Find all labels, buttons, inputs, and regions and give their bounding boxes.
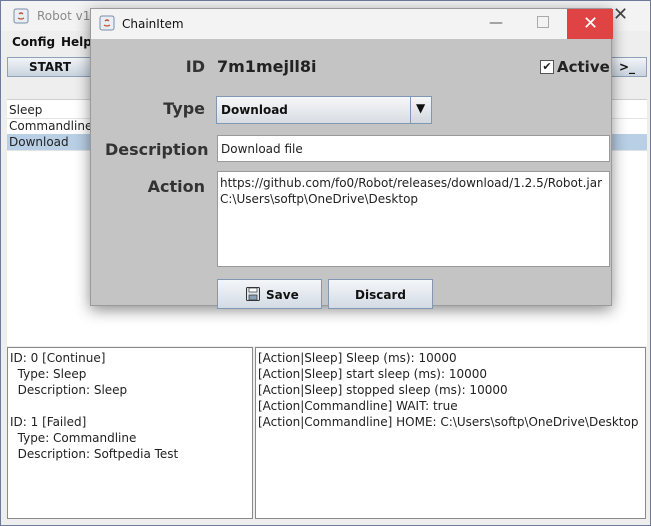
log-line: [Action|Commandline] WAIT: true — [258, 399, 458, 413]
softpedia-watermark: SOFTPEDIA — [453, 474, 627, 504]
action-label: Action — [147, 177, 205, 196]
save-button[interactable]: Save — [217, 279, 322, 309]
id-value: 7m1mejll8i — [217, 57, 317, 76]
java-app-icon — [99, 15, 115, 31]
log-line: ID: 1 [Failed] — [10, 415, 87, 429]
type-select[interactable]: Download ▼ — [216, 96, 432, 124]
log-line: [Action|Commandline] HOME: C:\Users\soft… — [258, 415, 639, 429]
action-line: C:\Users\softp\OneDrive\Desktop — [220, 192, 419, 206]
log-line: ID: 0 [Continue] — [10, 351, 106, 365]
java-app-icon — [13, 8, 29, 24]
close-icon: ✕ — [583, 13, 599, 34]
type-label: Type — [163, 99, 205, 118]
console-button[interactable]: >_ — [607, 57, 647, 77]
action-line: https://github.com/fo0/Robot/releases/do… — [220, 176, 603, 190]
log-line: Description: Softpedia Test — [10, 447, 179, 461]
description-label: Description — [105, 140, 209, 159]
start-button[interactable]: START — [7, 57, 93, 77]
dialog-title: ChainItem — [122, 17, 184, 31]
dropdown-button[interactable]: ▼ — [410, 97, 431, 123]
action-textarea[interactable]: https://github.com/fo0/Robot/releases/do… — [217, 171, 610, 267]
active-checkbox[interactable]: ✔ — [540, 60, 554, 74]
id-label: ID — [185, 57, 205, 76]
discard-button[interactable]: Discard — [328, 279, 433, 309]
discard-label: Discard — [355, 288, 406, 302]
log-line: [Action|Sleep] Sleep (ms): 10000 — [258, 351, 457, 365]
dialog-title-bar[interactable]: ChainItem — ✕ — [91, 9, 613, 39]
floppy-disk-icon — [246, 287, 260, 301]
chevron-down-icon: ▼ — [416, 101, 426, 115]
log-line: Type: Commandline — [10, 431, 137, 445]
menu-config[interactable]: Config — [12, 35, 55, 49]
type-selected-value: Download — [221, 103, 288, 117]
minimize-icon[interactable]: — — [489, 15, 503, 31]
chainitem-dialog: ChainItem — ✕ ID 7m1mejll8i ✔ Active Typ… — [90, 8, 613, 309]
log-line: [Action|Sleep] start sleep (ms): 10000 — [258, 367, 488, 381]
menu-help[interactable]: Help — [61, 35, 92, 49]
main-close-icon[interactable]: ✕ — [613, 4, 628, 25]
log-line: Type: Sleep — [10, 367, 87, 381]
close-button[interactable]: ✕ — [567, 9, 613, 39]
chain-status-log[interactable]: ID: 0 [Continue] Type: Sleep Description… — [7, 347, 253, 519]
log-line: [Action|Sleep] stopped sleep (ms): 10000 — [258, 383, 508, 397]
log-line: Description: Sleep — [10, 383, 128, 397]
save-label: Save — [266, 288, 299, 302]
description-field[interactable]: Download file — [217, 135, 610, 162]
maximize-icon[interactable] — [537, 16, 549, 28]
active-label[interactable]: Active — [557, 58, 610, 76]
